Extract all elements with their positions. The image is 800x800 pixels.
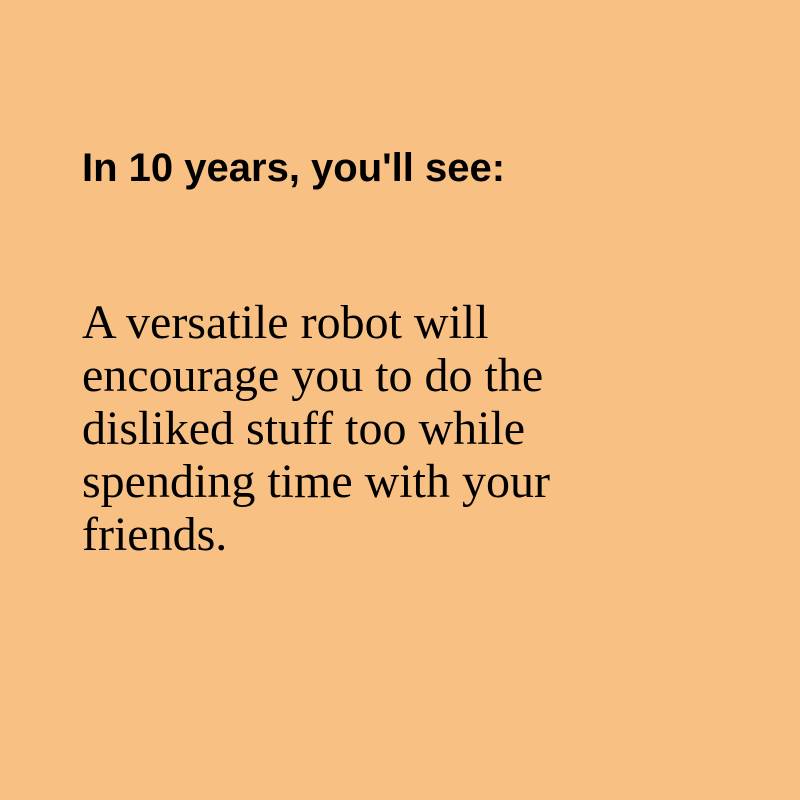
quote-card: In 10 years, you'll see: A versatile rob… (0, 0, 800, 800)
card-body-text: A versatile robot will encourage you to … (82, 296, 550, 561)
card-heading: In 10 years, you'll see: (82, 146, 506, 190)
